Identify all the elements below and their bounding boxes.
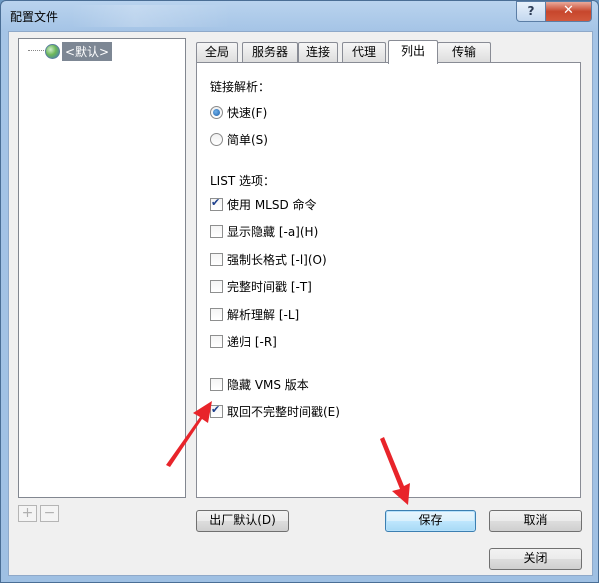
radio-simple[interactable] [210,133,223,146]
dialog-body: <默认> + − 全局 服务器 连接 代理 列出 传输 链接解析： 快速(F) … [8,31,593,576]
checkbox-use-mlsd[interactable] [210,196,223,211]
checkbox-show-hidden[interactable] [210,225,223,238]
tab-server[interactable]: 服务器 [242,42,298,63]
list-options-heading: LIST 选项： [210,174,275,188]
listing-panel: 链接解析： 快速(F) 简单(S) LIST 选项： 使用 MLSD 命令 显示… [196,62,581,498]
window-close-button[interactable]: ✕ [545,1,592,22]
checkbox-use-mlsd-label[interactable]: 使用 MLSD 命令 [227,196,317,213]
close-icon: ✕ [563,3,574,18]
annotation-arrow-icon [380,437,410,505]
tab-listing[interactable]: 列出 [388,40,438,64]
checkbox-resolve-links-label[interactable]: 解析理解 [-L] [227,306,299,323]
help-icon: ? [527,4,535,18]
annotation-arrow-icon [166,401,212,467]
factory-defaults-button[interactable]: 出厂默认(D) [196,510,289,532]
tab-transfer[interactable]: 传输 [437,42,491,63]
checkbox-force-long-label[interactable]: 强制长格式 [-l](O) [227,251,327,268]
checkbox-retrieve-incomplete-timestamp-label[interactable]: 取回不完整时间戳(E) [227,403,340,420]
tab-global[interactable]: 全局 [196,42,238,63]
tab-proxy[interactable]: 代理 [342,42,386,63]
help-button[interactable]: ? [516,1,546,22]
checkbox-resolve-links[interactable] [210,308,223,321]
checkbox-show-hidden-label[interactable]: 显示隐藏 [-a](H) [227,223,318,240]
radio-fast-label[interactable]: 快速(F) [227,104,267,121]
minus-icon: − [43,505,56,521]
cancel-button[interactable]: 取消 [489,510,582,532]
checkbox-force-long[interactable] [210,253,223,266]
remove-profile-button[interactable]: − [40,505,59,522]
title-bar-glass [71,5,231,27]
checkbox-recursive[interactable] [210,335,223,348]
save-button[interactable]: 保存 [385,510,476,532]
tree-connector [28,50,46,51]
globe-icon [45,44,60,59]
tree-item-default[interactable]: <默认> [62,42,113,61]
profiles-dialog: 配置文件 ? ✕ <默认> + − 全局 服务器 连接 代理 列出 传输 链接解… [0,0,599,583]
title-bar: 配置文件 ? ✕ [1,1,598,31]
checkbox-hide-vms-version[interactable] [210,378,223,391]
tab-connection[interactable]: 连接 [298,42,338,63]
checkbox-recursive-label[interactable]: 递归 [-R] [227,333,277,350]
plus-icon: + [21,505,34,521]
checkbox-full-timestamp-label[interactable]: 完整时间戳 [-T] [227,278,312,295]
window-title: 配置文件 [10,10,59,24]
radio-fast[interactable] [210,106,223,119]
checkbox-full-timestamp[interactable] [210,280,223,293]
radio-simple-label[interactable]: 简单(S) [227,131,268,148]
add-profile-button[interactable]: + [18,505,37,522]
checkbox-hide-vms-version-label[interactable]: 隐藏 VMS 版本 [227,376,309,393]
close-button[interactable]: 关闭 [489,548,582,570]
link-resolution-heading: 链接解析： [210,80,271,94]
